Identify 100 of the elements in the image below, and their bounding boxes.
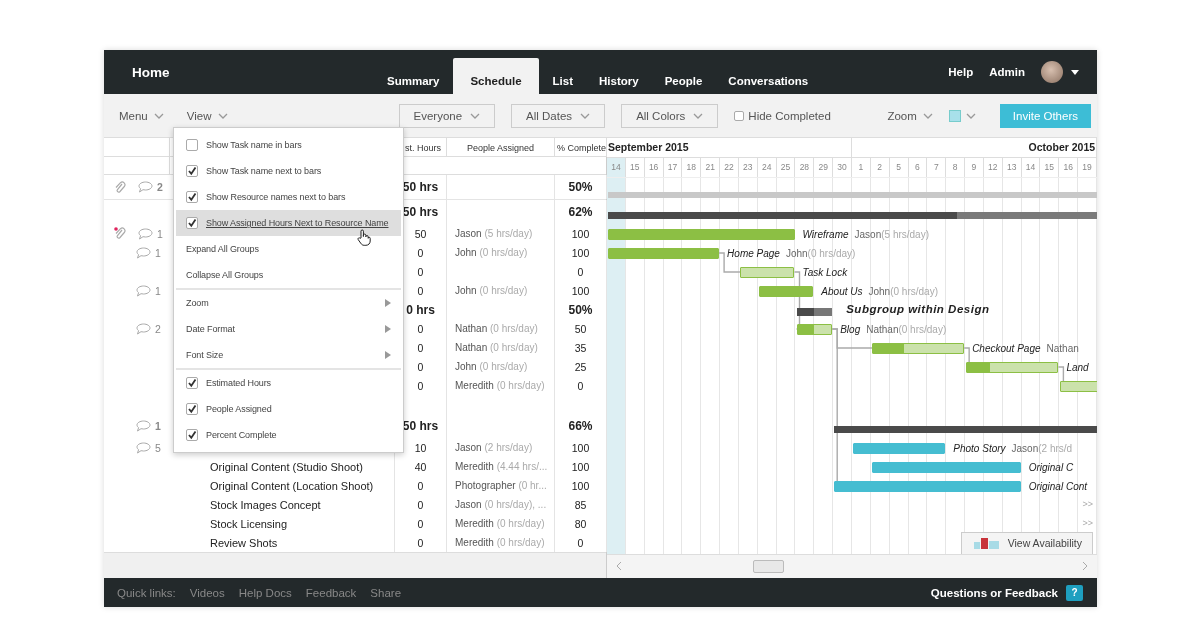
menu-item[interactable]: Show Resource names next to bars: [176, 184, 401, 210]
scroll-right-icon[interactable]: [1081, 561, 1089, 572]
color-picker[interactable]: [948, 109, 976, 122]
checkbox[interactable]: [734, 110, 745, 121]
footer-link[interactable]: Help Docs: [238, 586, 292, 599]
menu-item-label: Date Format: [186, 324, 235, 334]
group-bar[interactable]: [608, 211, 1097, 219]
nav-tab[interactable]: List: [540, 58, 585, 94]
comment-count: 1: [157, 227, 164, 240]
view-availability-button[interactable]: View Availability: [960, 531, 1093, 554]
scroll-left-icon[interactable]: [615, 561, 623, 572]
caret-icon[interactable]: [1071, 69, 1079, 75]
menu-item[interactable]: Estimated Hours: [176, 370, 401, 396]
chevron-down-icon[interactable]: [693, 112, 704, 119]
zoom-button[interactable]: Zoom: [887, 109, 933, 122]
group-bar[interactable]: [834, 425, 1097, 433]
filter-dropdown[interactable]: All Colors: [621, 103, 719, 128]
day-label: 14: [1021, 157, 1041, 177]
task-bar[interactable]: [608, 228, 795, 240]
comment-count: 2: [155, 322, 162, 335]
comment-icon[interactable]: [136, 441, 151, 454]
checkbox[interactable]: [186, 165, 198, 177]
chevron-down-icon[interactable]: [470, 112, 481, 119]
task-bar[interactable]: [834, 480, 1021, 492]
chevron-down-icon[interactable]: [922, 112, 933, 119]
hours-cell: 0: [417, 322, 424, 335]
people-cell: John (0 hrs/day): [455, 361, 528, 373]
percent-cell: 80: [574, 517, 587, 530]
menu-item[interactable]: Show Task name next to bars: [176, 158, 401, 184]
comment-icon[interactable]: [138, 227, 153, 240]
nav-link[interactable]: Admin: [989, 66, 1025, 78]
nav-tab[interactable]: Schedule: [453, 58, 539, 94]
task-bar[interactable]: [871, 461, 1021, 473]
menu-item[interactable]: Font Size: [176, 342, 401, 368]
footer-link[interactable]: Feedback: [305, 586, 357, 599]
chevron-down-icon[interactable]: [217, 112, 228, 119]
group-bar[interactable]: [796, 307, 833, 316]
quick-links-label: Quick links:: [117, 586, 176, 599]
checkbox[interactable]: [186, 139, 198, 151]
feedback-link[interactable]: Questions or Feedback: [930, 586, 1058, 599]
day-label: 6: [908, 157, 928, 177]
footer-link[interactable]: Share: [370, 586, 402, 599]
project-bar[interactable]: [608, 191, 1097, 198]
menu-item[interactable]: Collapse All Groups: [176, 262, 401, 288]
chevron-down-icon[interactable]: [965, 112, 976, 119]
people-cell: Meredith (0 hrs/day): [455, 380, 545, 392]
menu-item[interactable]: Expand All Groups: [176, 236, 401, 262]
task-bar[interactable]: [871, 342, 965, 354]
chevron-down-icon[interactable]: [153, 112, 164, 119]
task-bar[interactable]: [758, 285, 814, 297]
comment-icon[interactable]: [136, 246, 151, 259]
footer-link[interactable]: Videos: [189, 586, 225, 599]
nav-tab[interactable]: People: [652, 58, 715, 94]
comment-icon[interactable]: [136, 284, 151, 297]
menu-item-label: Font Size: [186, 350, 224, 360]
nav-tab[interactable]: Summary: [375, 58, 452, 94]
menu-item[interactable]: Zoom: [176, 290, 401, 316]
avatar[interactable]: [1041, 61, 1063, 83]
resource-label: Nathan: [1046, 343, 1079, 355]
menu-button[interactable]: Menu: [119, 109, 164, 122]
flagged-attachment-icon[interactable]: [114, 227, 126, 241]
view-button[interactable]: View: [186, 109, 228, 122]
percent-cell: 50%: [568, 302, 593, 317]
attachment-icon[interactable]: [114, 180, 126, 194]
comment-icon[interactable]: [138, 181, 153, 194]
checkbox[interactable]: [186, 217, 198, 229]
checkbox[interactable]: [186, 377, 198, 389]
comment-icon[interactable]: [136, 420, 151, 433]
hand-cursor-icon: [357, 229, 371, 246]
menu-item[interactable]: Date Format: [176, 316, 401, 342]
nav-link[interactable]: Help: [948, 66, 974, 78]
task-bar[interactable]: [853, 442, 946, 454]
nav-tab[interactable]: Conversations: [716, 58, 821, 94]
scroll-thumb[interactable]: [753, 559, 784, 573]
home-link[interactable]: Home: [132, 64, 375, 80]
checkbox[interactable]: [186, 403, 198, 415]
day-label: 9: [965, 157, 984, 177]
filter-dropdown[interactable]: All Dates: [511, 103, 606, 128]
people-cell: Meredith (0 hrs/day): [455, 537, 545, 549]
hours-cell: 0: [417, 265, 424, 278]
menu-item[interactable]: Percent Complete: [176, 422, 401, 448]
filter-dropdown[interactable]: Everyone: [398, 103, 496, 128]
menu-item-label: Collapse All Groups: [186, 270, 264, 280]
task-bar[interactable]: [608, 247, 720, 259]
menu-item[interactable]: People Assigned: [176, 396, 401, 422]
people-cell: Jason (5 hrs/day): [455, 228, 533, 240]
hours-cell: 0 hrs: [406, 302, 435, 317]
percent-cell: 100: [571, 284, 590, 297]
nav-tab[interactable]: History: [587, 58, 651, 94]
checkbox[interactable]: [186, 429, 198, 441]
percent-cell: 100: [571, 460, 590, 473]
task-label: Task Lock: [802, 267, 848, 279]
checkbox[interactable]: [186, 191, 198, 203]
task-bar[interactable]: [966, 361, 1059, 373]
task-bar[interactable]: [739, 266, 795, 278]
task-bar[interactable]: [796, 323, 833, 335]
day-label: 19: [1078, 157, 1097, 177]
percent-cell: 100: [571, 479, 590, 492]
comment-icon[interactable]: [136, 322, 151, 335]
chevron-down-icon[interactable]: [580, 112, 591, 119]
